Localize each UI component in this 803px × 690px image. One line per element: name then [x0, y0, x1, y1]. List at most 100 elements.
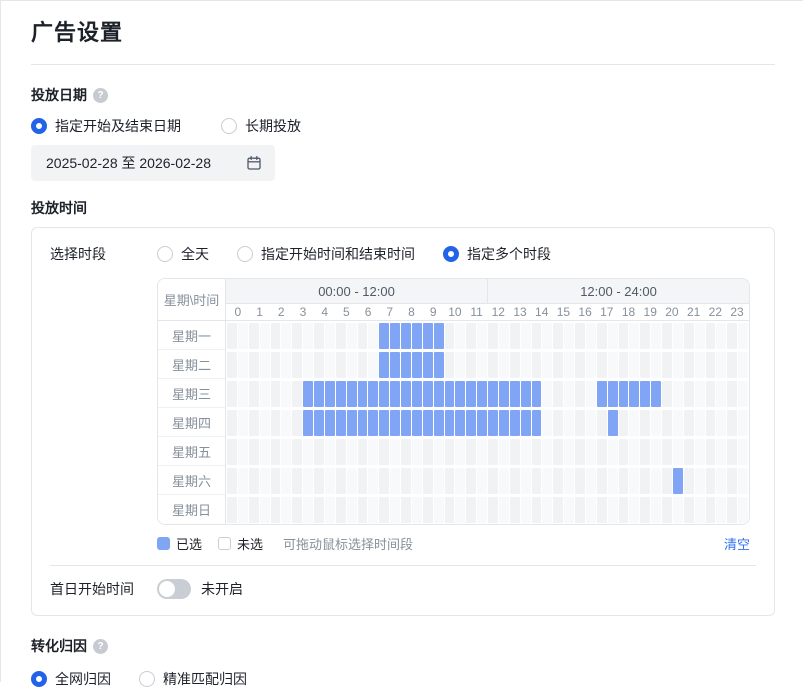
- time-cell[interactable]: [586, 468, 596, 494]
- time-cell[interactable]: [390, 410, 400, 436]
- time-cell[interactable]: [640, 410, 650, 436]
- time-cell[interactable]: [249, 381, 259, 407]
- time-cell[interactable]: [586, 497, 596, 523]
- time-cell[interactable]: [412, 381, 422, 407]
- time-cell[interactable]: [608, 439, 618, 465]
- time-cell[interactable]: [716, 410, 726, 436]
- clear-selection-link[interactable]: 清空: [724, 534, 750, 553]
- time-cell[interactable]: [358, 323, 368, 349]
- time-cell[interactable]: [488, 497, 498, 523]
- time-cell[interactable]: [727, 468, 737, 494]
- time-cell[interactable]: [727, 352, 737, 378]
- time-cell[interactable]: [271, 468, 281, 494]
- time-cell[interactable]: [314, 497, 324, 523]
- time-cell[interactable]: [629, 468, 639, 494]
- time-cell[interactable]: [390, 468, 400, 494]
- time-cell[interactable]: [249, 439, 259, 465]
- time-cell[interactable]: [466, 352, 476, 378]
- time-cell[interactable]: [521, 410, 531, 436]
- time-cell[interactable]: [564, 352, 574, 378]
- time-cell[interactable]: [303, 439, 313, 465]
- time-cell[interactable]: [586, 439, 596, 465]
- time-cell[interactable]: [379, 323, 389, 349]
- time-cell[interactable]: [358, 468, 368, 494]
- time-cell[interactable]: [521, 468, 531, 494]
- time-cell[interactable]: [542, 439, 552, 465]
- time-cell[interactable]: [281, 410, 291, 436]
- help-icon[interactable]: ?: [93, 88, 108, 103]
- time-cell[interactable]: [695, 439, 705, 465]
- time-cell[interactable]: [325, 468, 335, 494]
- time-cell[interactable]: [347, 381, 357, 407]
- time-cell[interactable]: [445, 381, 455, 407]
- time-cell[interactable]: [640, 352, 650, 378]
- time-cell[interactable]: [238, 323, 248, 349]
- time-cell[interactable]: [434, 410, 444, 436]
- time-cell[interactable]: [445, 323, 455, 349]
- time-cell[interactable]: [238, 497, 248, 523]
- time-cell[interactable]: [586, 323, 596, 349]
- time-cell[interactable]: [477, 352, 487, 378]
- time-cell[interactable]: [423, 410, 433, 436]
- time-cell[interactable]: [716, 497, 726, 523]
- time-cell[interactable]: [292, 410, 302, 436]
- time-cell[interactable]: [553, 410, 563, 436]
- time-cell[interactable]: [597, 497, 607, 523]
- time-cell[interactable]: [597, 468, 607, 494]
- time-cell[interactable]: [455, 497, 465, 523]
- time-cell[interactable]: [640, 381, 650, 407]
- time-cell[interactable]: [292, 381, 302, 407]
- time-cell[interactable]: [227, 439, 237, 465]
- time-cell[interactable]: [706, 468, 716, 494]
- time-cell[interactable]: [238, 381, 248, 407]
- time-cell[interactable]: [260, 323, 270, 349]
- help-icon[interactable]: ?: [93, 639, 108, 654]
- time-cell[interactable]: [249, 468, 259, 494]
- time-cell[interactable]: [477, 468, 487, 494]
- time-cell[interactable]: [651, 497, 661, 523]
- time-cell[interactable]: [260, 352, 270, 378]
- time-cell[interactable]: [358, 352, 368, 378]
- time-cell[interactable]: [488, 352, 498, 378]
- time-cell[interactable]: [662, 497, 672, 523]
- time-cell[interactable]: [249, 497, 259, 523]
- time-cell[interactable]: [379, 381, 389, 407]
- time-cell[interactable]: [510, 439, 520, 465]
- time-cell[interactable]: [325, 323, 335, 349]
- time-cell[interactable]: [455, 439, 465, 465]
- time-cell[interactable]: [499, 468, 509, 494]
- time-cell[interactable]: [347, 323, 357, 349]
- time-cell[interactable]: [368, 468, 378, 494]
- time-cell[interactable]: [434, 497, 444, 523]
- time-cell[interactable]: [434, 381, 444, 407]
- time-cell[interactable]: [412, 410, 422, 436]
- time-cell[interactable]: [303, 352, 313, 378]
- time-cell[interactable]: [695, 381, 705, 407]
- time-cell[interactable]: [716, 439, 726, 465]
- time-cell[interactable]: [510, 410, 520, 436]
- time-cell[interactable]: [314, 468, 324, 494]
- time-cell[interactable]: [271, 439, 281, 465]
- time-cell[interactable]: [238, 410, 248, 436]
- radio-full-network-attribution[interactable]: 全网归因: [31, 668, 111, 690]
- time-cell[interactable]: [466, 410, 476, 436]
- time-cell[interactable]: [564, 323, 574, 349]
- time-cell[interactable]: [336, 352, 346, 378]
- time-cell[interactable]: [651, 323, 661, 349]
- time-cell[interactable]: [271, 410, 281, 436]
- time-cell[interactable]: [368, 497, 378, 523]
- time-cell[interactable]: [488, 323, 498, 349]
- time-cell[interactable]: [314, 352, 324, 378]
- time-cell[interactable]: [608, 323, 618, 349]
- time-cell[interactable]: [738, 439, 748, 465]
- time-cell[interactable]: [292, 497, 302, 523]
- time-cell[interactable]: [542, 410, 552, 436]
- time-cell[interactable]: [455, 468, 465, 494]
- time-cell[interactable]: [401, 497, 411, 523]
- time-cell[interactable]: [303, 381, 313, 407]
- time-cell[interactable]: [575, 323, 585, 349]
- time-cell[interactable]: [336, 323, 346, 349]
- time-cell[interactable]: [249, 352, 259, 378]
- time-cell[interactable]: [423, 352, 433, 378]
- time-cell[interactable]: [477, 410, 487, 436]
